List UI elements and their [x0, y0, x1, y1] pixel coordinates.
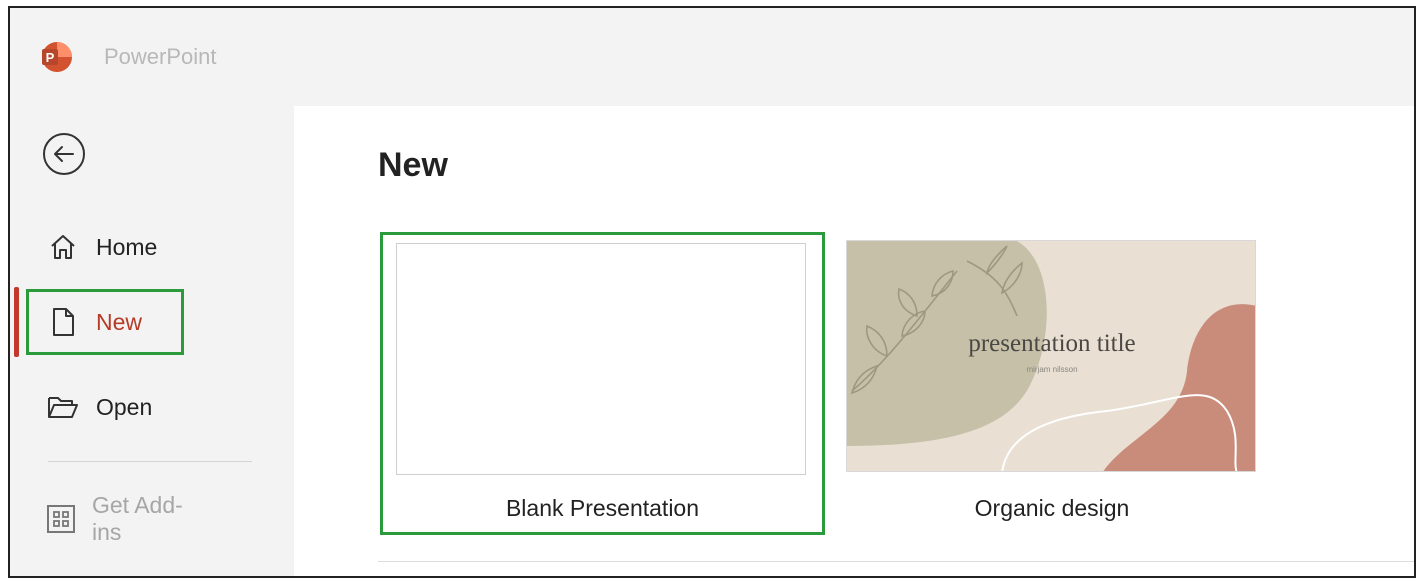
svg-text:mirjam nilsson: mirjam nilsson [1026, 365, 1077, 374]
sidebar-item-new[interactable]: New [26, 289, 184, 355]
sidebar-item-label: Get Add-ins [92, 492, 183, 545]
section-divider [378, 561, 1414, 562]
organic-design-thumbnail: presentation title mirjam nilsson [846, 240, 1256, 472]
sidebar-item-label: Home [96, 233, 158, 260]
app-title: PowerPoint [104, 44, 217, 69]
svg-text:P: P [46, 50, 55, 65]
sidebar-item-label: New [96, 308, 143, 335]
backstage-sidebar: Home New Open Get Add-ins [10, 106, 294, 576]
add-ins-grid-icon [46, 502, 76, 536]
template-blank-presentation[interactable]: Blank Presentation [380, 232, 825, 535]
sidebar-item-label: Open [96, 393, 153, 420]
title-bar: P PowerPoint [10, 8, 1414, 106]
page-title: New [378, 146, 448, 184]
open-folder-icon [46, 390, 80, 424]
sidebar-item-home[interactable]: Home [26, 214, 184, 280]
template-label: Blank Presentation [505, 495, 700, 521]
new-document-icon [46, 305, 80, 339]
home-icon [46, 230, 80, 264]
sidebar-item-open[interactable]: Open [26, 374, 184, 440]
sidebar-divider [48, 461, 252, 462]
svg-text:presentation title: presentation title [968, 330, 1135, 357]
template-organic-design[interactable]: presentation title mirjam nilsson Organi… [846, 240, 1258, 540]
blank-thumbnail [396, 243, 806, 475]
new-pane: New Blank Presentation presentation titl… [294, 106, 1414, 576]
active-indicator [14, 287, 19, 357]
sidebar-item-get-add-ins[interactable]: Get Add-ins [26, 486, 184, 552]
powerpoint-logo-icon: P [42, 42, 72, 72]
powerpoint-window: P PowerPoint Home New Open Get Add-ins N… [8, 6, 1416, 578]
template-label: Organic design [974, 495, 1130, 521]
back-arrow-icon[interactable] [42, 132, 86, 176]
